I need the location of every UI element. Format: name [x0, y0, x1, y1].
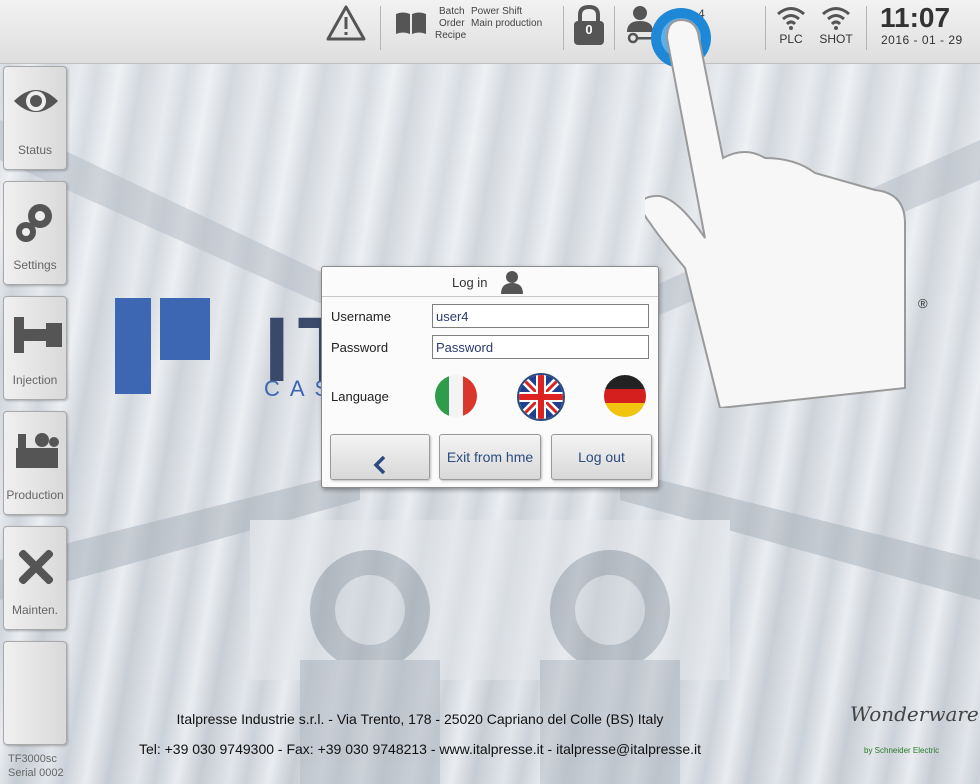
sidebar-item-production[interactable]: Production: [3, 411, 67, 515]
logout-button[interactable]: Log out: [551, 434, 652, 480]
user-icon: [499, 270, 525, 299]
username-label: Username: [331, 309, 391, 324]
lock-count: 0: [585, 22, 593, 37]
sidebar-item-label: Mainten.: [11, 603, 59, 617]
book-icon[interactable]: [394, 10, 428, 41]
sidebar-item-label: Status: [17, 143, 53, 157]
recipe-label: Recipe: [435, 30, 467, 41]
touch-indicator: [640, 8, 980, 413]
italian-flag-icon[interactable]: [435, 375, 477, 417]
sidebar-item-label: Injection: [12, 373, 58, 387]
shift-value: Power Shift: [471, 6, 523, 17]
order-value: Main production: [471, 18, 543, 29]
login-dialog: Log in Username Password Language Exit f…: [321, 266, 659, 488]
password-field[interactable]: [432, 335, 649, 359]
dialog-title: Log in: [452, 275, 488, 290]
separator: [563, 6, 564, 50]
separator: [614, 6, 615, 50]
wonderware-logo: Wonderware by Schneider Electric: [850, 702, 979, 755]
english-flag-icon[interactable]: [517, 373, 565, 421]
chevron-left-icon: [372, 448, 388, 492]
sidebar-item-label: Settings: [13, 258, 57, 272]
sidebar-item-status[interactable]: Status: [3, 66, 67, 170]
serial-number: Serial 0002: [8, 767, 64, 779]
logo-bar-left: [115, 298, 151, 394]
footer-address: Italpresse Industrie s.r.l. - Via Trento…: [176, 711, 664, 727]
exit-hme-button[interactable]: Exit from hme: [439, 434, 541, 480]
sidebar-item-settings[interactable]: Settings: [3, 181, 67, 285]
warning-icon[interactable]: [326, 5, 366, 46]
batch-label: Batch: [439, 6, 465, 17]
sidebar-item-injection[interactable]: Injection: [3, 296, 67, 400]
password-label: Password: [331, 340, 389, 355]
username-field[interactable]: [432, 304, 649, 328]
separator: [380, 6, 381, 50]
order-label: Order: [439, 18, 465, 29]
language-label: Language: [331, 389, 389, 404]
brand-name: Wonderware: [850, 702, 979, 726]
footer-contact: Tel: +39 030 9749300 - Fax: +39 030 9748…: [138, 741, 702, 757]
logo-bar-right: [160, 298, 210, 360]
sidebar-item-label: Production: [6, 488, 64, 502]
back-button[interactable]: [330, 434, 430, 480]
sidebar-item-maintenance[interactable]: Mainten.: [3, 526, 67, 630]
brand-by: by Schneider Electric: [864, 746, 940, 755]
sidebar-item-empty[interactable]: [3, 641, 67, 745]
german-flag-icon[interactable]: [604, 375, 646, 417]
dialog-header: Log in: [322, 267, 658, 297]
